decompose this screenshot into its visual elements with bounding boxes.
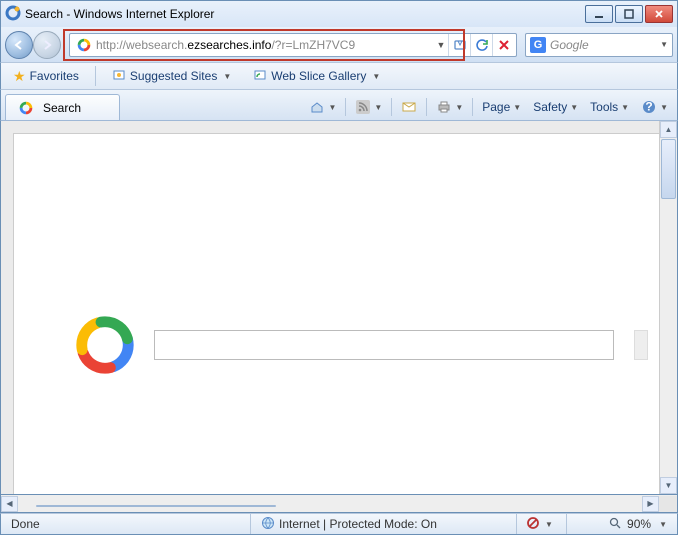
tab-title: Search	[43, 101, 81, 115]
svg-text:?: ?	[645, 100, 652, 114]
print-icon	[436, 99, 452, 115]
minimize-button[interactable]	[585, 5, 613, 23]
forward-button[interactable]	[33, 31, 61, 59]
scroll-left-icon[interactable]: ◀	[1, 496, 18, 512]
web-slice-icon	[253, 68, 267, 85]
safety-menu[interactable]: Safety▼	[528, 96, 583, 118]
maximize-button[interactable]	[615, 5, 643, 23]
scroll-up-icon[interactable]: ▲	[660, 121, 677, 138]
address-text[interactable]: http://websearch.ezsearches.info/?r=LmZH…	[96, 37, 434, 52]
zoom-icon	[609, 517, 621, 532]
search-dropdown-icon[interactable]: ▼	[660, 40, 668, 49]
google-provider-icon: G	[530, 37, 546, 53]
web-slice-gallery-button[interactable]: Web Slice Gallery▼	[247, 64, 386, 89]
suggested-sites-button[interactable]: Suggested Sites▼	[106, 64, 237, 89]
status-empty: ▼	[517, 514, 567, 534]
content-area: ▲ ▼	[0, 120, 678, 495]
compatibility-view-button[interactable]	[448, 34, 470, 56]
favorites-bar: ★ Favorites Suggested Sites▼ Web Slice G…	[0, 62, 678, 90]
zoom-control[interactable]: 90%▼	[567, 514, 677, 534]
scroll-right-icon[interactable]: ▶	[642, 496, 659, 512]
tab-search[interactable]: Search	[5, 94, 120, 120]
star-icon: ★	[13, 68, 26, 85]
home-button[interactable]: ▼	[304, 96, 341, 118]
title-bar: Search - Windows Internet Explorer	[0, 0, 678, 27]
help-icon: ?	[641, 99, 657, 115]
page-menu[interactable]: Page▼	[477, 96, 526, 118]
back-button[interactable]	[5, 31, 33, 59]
favorites-button[interactable]: ★ Favorites	[7, 64, 85, 89]
horizontal-scroll-thumb[interactable]	[36, 505, 276, 507]
print-button[interactable]: ▼	[431, 96, 468, 118]
help-button[interactable]: ?▼	[636, 96, 673, 118]
vertical-scroll-thumb[interactable]	[661, 139, 676, 199]
read-mail-button[interactable]	[396, 96, 422, 118]
privacy-icon	[527, 517, 539, 532]
status-zone[interactable]: Internet | Protected Mode: On	[251, 514, 517, 534]
search-logo-ring-icon	[74, 314, 136, 376]
command-bar: Search ▼ ▼ ▼ Page▼ Safety▼ Tools▼ ?▼	[0, 90, 678, 120]
search-placeholder: Google	[550, 38, 658, 52]
tools-menu[interactable]: Tools▼	[585, 96, 634, 118]
stop-button[interactable]	[492, 34, 514, 56]
scroll-down-icon[interactable]: ▼	[660, 477, 677, 494]
vertical-scrollbar[interactable]: ▲ ▼	[659, 121, 677, 494]
page-body	[13, 133, 659, 494]
status-bar: Done Internet | Protected Mode: On ▼ 90%…	[0, 513, 678, 535]
status-done: Done	[1, 514, 251, 534]
suggested-sites-icon	[112, 68, 126, 85]
refresh-button[interactable]	[470, 34, 492, 56]
home-icon	[309, 99, 325, 115]
scroll-corner	[659, 496, 677, 512]
main-search-input[interactable]	[154, 330, 614, 360]
mail-icon	[401, 99, 417, 115]
window-title: Search - Windows Internet Explorer	[25, 7, 585, 21]
main-search-button[interactable]	[634, 330, 648, 360]
globe-icon	[261, 516, 275, 533]
tab-favicon-ring-icon	[18, 100, 34, 116]
feeds-button[interactable]: ▼	[350, 96, 387, 118]
site-favicon-ring-icon	[76, 37, 92, 53]
address-dropdown-icon[interactable]: ▼	[434, 40, 448, 50]
ie-icon	[5, 5, 21, 24]
navigation-bar: http://websearch.ezsearches.info/?r=LmZH…	[0, 27, 678, 62]
address-bar[interactable]: http://websearch.ezsearches.info/?r=LmZH…	[69, 33, 517, 57]
horizontal-scrollbar[interactable]: ◀ ▶	[0, 495, 678, 513]
search-box[interactable]: G Google ▼	[525, 33, 673, 57]
close-button[interactable]	[645, 5, 673, 23]
rss-icon	[355, 99, 371, 115]
